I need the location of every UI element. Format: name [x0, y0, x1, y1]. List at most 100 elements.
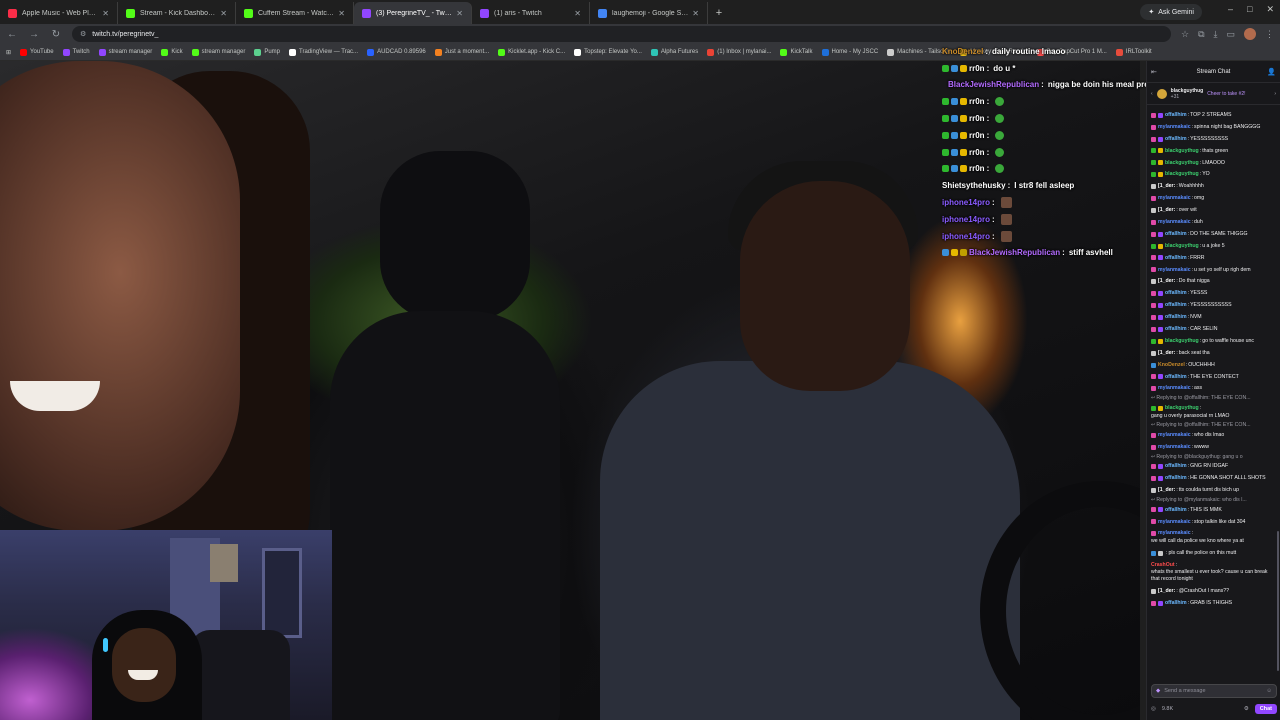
chat-message[interactable]: blackguythug: thats green: [1151, 145, 1276, 157]
browser-tab[interactable]: laughemoji - Google Search✕: [590, 2, 708, 24]
chevron-left-icon[interactable]: ‹: [1151, 91, 1153, 97]
chat-message[interactable]: offallhim: YESSSSSSSSS: [1151, 133, 1276, 145]
chat-username[interactable]: offallhim: [1165, 326, 1187, 333]
minimize-icon[interactable]: –: [1228, 4, 1233, 15]
tab-close-icon[interactable]: ✕: [338, 9, 345, 18]
chat-message[interactable]: offallhim: NVM: [1151, 311, 1276, 323]
tab-close-icon[interactable]: ✕: [574, 9, 581, 18]
chat-username[interactable]: mylanmakaic: [1158, 385, 1191, 392]
chat-username[interactable]: offallhim: [1165, 255, 1187, 262]
chat-username[interactable]: mylanmakaic: [1158, 219, 1191, 226]
ask-gemini-button[interactable]: ✦ Ask Gemini: [1140, 4, 1202, 20]
chat-send-button[interactable]: Chat: [1254, 704, 1277, 714]
browser-tab[interactable]: Stream - Kick Dashboard ✕: [118, 2, 236, 24]
menu-icon[interactable]: ⋮: [1265, 29, 1274, 40]
chat-username[interactable]: blackguythug: [1165, 338, 1199, 345]
chat-username[interactable]: blackguythug: [1165, 148, 1199, 155]
chat-message[interactable]: mylanmakaic: ass: [1151, 382, 1276, 394]
chat-message[interactable]: [1_der:: Woahhhhh: [1151, 180, 1276, 192]
chat-message[interactable]: offallhim: FRRR: [1151, 252, 1276, 264]
chat-username[interactable]: CrashOut: [1151, 562, 1175, 569]
bookmark-item[interactable]: Kick: [161, 48, 183, 56]
chat-message[interactable]: offallhim: DO THE SAME THIGGG: [1151, 228, 1276, 240]
chat-message[interactable]: mylanmakaic: stop talkin like dat 304: [1151, 516, 1276, 528]
chat-username[interactable]: [1_der:: [1158, 487, 1175, 494]
bookmark-item[interactable]: Kicklet.app - Kick C...: [498, 48, 565, 56]
chat-username[interactable]: mylanmakaic: [1158, 124, 1191, 131]
chat-username[interactable]: offallhim: [1165, 314, 1187, 321]
settings-icon[interactable]: ⚙: [1244, 706, 1249, 712]
chat-username[interactable]: offallhim: [1165, 136, 1187, 143]
bookmark-item[interactable]: Alpha Futures: [650, 48, 698, 56]
tab-close-icon[interactable]: ✕: [102, 9, 109, 18]
downloads-icon[interactable]: ⤓: [1214, 29, 1218, 40]
chat-message[interactable]: offallhim: GNG RN IDGAF: [1151, 460, 1276, 472]
chat-message[interactable]: offallhim: TOP 2 STREAMS: [1151, 109, 1276, 121]
chat-message[interactable]: blackguythug: u a joke 5: [1151, 240, 1276, 252]
profile-avatar[interactable]: [1244, 28, 1256, 40]
chat-message[interactable]: [1_der:: @CrashOut I mans??: [1151, 585, 1276, 597]
chat-input[interactable]: ◆ Send a message ☺: [1151, 684, 1277, 698]
chat-message[interactable]: [1_der:: back seat tha: [1151, 347, 1276, 359]
close-icon[interactable]: ✕: [1266, 4, 1274, 15]
browser-tab[interactable]: (1) aris - Twitch ✕: [472, 2, 590, 24]
bookmark-item[interactable]: Just a moment...: [434, 48, 489, 56]
chat-message[interactable]: blackguythug: LMAOOO: [1151, 157, 1276, 169]
chat-message[interactable]: mylanmakaic: duh: [1151, 216, 1276, 228]
chat-users-icon[interactable]: 👤: [1267, 68, 1276, 76]
chat-username[interactable]: [1_der:: [1158, 183, 1175, 190]
bookmark-item[interactable]: YouTube: [20, 48, 54, 56]
reload-icon[interactable]: ↻: [50, 29, 62, 40]
chat-message[interactable]: offallhim: GRAB IS THIGHS: [1151, 597, 1276, 609]
chat-username[interactable]: offallhim: [1165, 475, 1187, 482]
tab-close-icon[interactable]: ✕: [220, 9, 227, 18]
chat-username[interactable]: blackguythug: [1165, 405, 1199, 412]
bookmark-item[interactable]: Home - My JSCC: [821, 48, 878, 56]
chat-message[interactable]: [1_der:: Do that nigga: [1151, 275, 1276, 287]
tab-close-icon[interactable]: ✕: [692, 9, 699, 18]
chat-username[interactable]: mylanmakaic: [1158, 195, 1191, 202]
chat-username[interactable]: offallhim: [1165, 302, 1187, 309]
chat-scrollbar[interactable]: [1277, 531, 1279, 671]
chat-message[interactable]: blackguythug: go to waffle house unc: [1151, 335, 1276, 347]
chat-username[interactable]: offallhim: [1165, 290, 1187, 297]
chat-message[interactable]: : pls call the police on this mutt: [1151, 547, 1276, 559]
chat-username[interactable]: offallhim: [1165, 600, 1187, 607]
chat-username[interactable]: mylanmakaic: [1158, 432, 1191, 439]
chat-message[interactable]: KnoDenzel: OUCHHHH: [1151, 359, 1276, 371]
extensions-icon[interactable]: ⧉: [1198, 29, 1204, 40]
browser-tab[interactable]: Apple Music - Web Player ✕: [0, 2, 118, 24]
chat-username[interactable]: mylanmakaic: [1158, 267, 1191, 274]
chat-message[interactable]: offallhim: THIS IS MMK: [1151, 504, 1276, 516]
chat-message[interactable]: offallhim: THE EYE CONTECT: [1151, 371, 1276, 383]
chat-message[interactable]: mylanmakaic: spinna night bag BANGGGG: [1151, 121, 1276, 133]
bookmark-item[interactable]: Twitch: [62, 48, 90, 56]
chat-username[interactable]: KnoDenzel: [1158, 362, 1185, 369]
forward-icon[interactable]: →: [28, 29, 40, 40]
chat-message[interactable]: blackguythug: gang u overly parasocial rn…: [1151, 402, 1276, 421]
bookmark-item[interactable]: KickTalk: [780, 48, 813, 56]
bookmark-item[interactable]: Topstep: Elevate Yo...: [574, 48, 642, 56]
chat-username[interactable]: [1_der:: [1158, 207, 1175, 214]
tab-close-icon[interactable]: ✕: [456, 9, 463, 18]
chat-message[interactable]: CrashOut: whats the smallest u ever took?…: [1151, 559, 1276, 585]
bookmark-item[interactable]: AUDCAD 0.89596: [367, 48, 426, 56]
chat-username[interactable]: mylanmakaic: [1158, 519, 1191, 526]
collapse-chat-icon[interactable]: ⇤: [1151, 68, 1157, 76]
bookmark-item[interactable]: (1) Inbox | mylanai...: [707, 48, 771, 56]
maximize-icon[interactable]: □: [1247, 4, 1252, 15]
site-info-icon[interactable]: ⚙: [80, 30, 86, 38]
bookmark-item[interactable]: stream manager: [98, 48, 152, 56]
apps-grid-icon[interactable]: ⊞: [6, 49, 11, 56]
chat-username[interactable]: offallhim: [1165, 374, 1187, 381]
chat-username[interactable]: mylanmakaic: [1158, 530, 1191, 537]
chat-message[interactable]: mylanmakaic: u set yo self up righ dem: [1151, 264, 1276, 276]
chat-username[interactable]: blackguythug: [1165, 160, 1199, 167]
chat-username[interactable]: blackguythug: [1165, 243, 1199, 250]
chat-message[interactable]: offallhim: HE GONNA SHOT ALLL SHOTS: [1151, 472, 1276, 484]
chat-username[interactable]: offallhim: [1165, 463, 1187, 470]
chevron-right-icon[interactable]: ›: [1274, 91, 1276, 97]
bookmark-item[interactable]: Pump: [254, 48, 280, 56]
chat-username[interactable]: [1_der:: [1158, 350, 1175, 357]
bookmark-item[interactable]: TradingView — Trac...: [289, 48, 358, 56]
